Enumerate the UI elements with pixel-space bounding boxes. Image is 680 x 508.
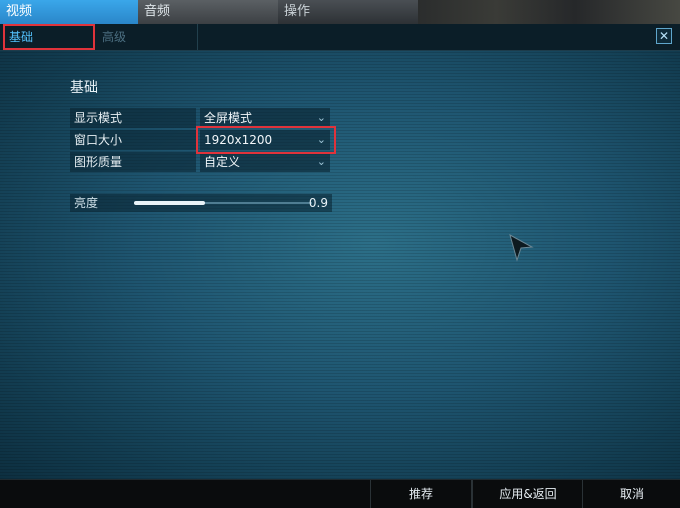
apply-return-button[interactable]: 应用&返回 <box>472 480 583 508</box>
close-button[interactable]: ✕ <box>656 28 672 44</box>
subtab-basic[interactable]: 基础 <box>3 24 95 50</box>
recommend-button[interactable]: 推荐 <box>370 480 472 508</box>
brightness-label: 亮度 <box>74 196 99 210</box>
bottom-bar: 推荐 应用&返回 取消 <box>0 479 680 508</box>
chevron-down-icon: ⌄ <box>316 111 326 124</box>
mouse-cursor-icon <box>509 233 534 262</box>
tab-video[interactable]: 视频 <box>0 0 138 24</box>
settings-panel: 基础 显示模式 全屏模式 ⌄ 窗口大小 1920x1200 ⌄ 图形质量 自定义… <box>0 51 680 479</box>
dropdown-value: 全屏模式 <box>204 111 253 125</box>
cancel-button[interactable]: 取消 <box>582 480 680 508</box>
option-label: 图形质量 <box>70 152 196 172</box>
section-title: 基础 <box>70 80 98 96</box>
background-art <box>418 0 680 24</box>
close-icon: ✕ <box>658 29 670 43</box>
subtab-advanced[interactable]: 高级 <box>100 24 198 50</box>
option-row-graphics-quality: 图形质量 自定义 ⌄ <box>70 152 330 172</box>
option-label: 显示模式 <box>70 108 196 128</box>
slider-fill <box>134 201 206 205</box>
option-row-display-mode: 显示模式 全屏模式 ⌄ <box>70 108 330 128</box>
display-mode-dropdown[interactable]: 全屏模式 ⌄ <box>200 108 330 128</box>
dropdown-value: 自定义 <box>204 155 241 169</box>
brightness-slider[interactable] <box>134 201 312 205</box>
graphics-quality-dropdown[interactable]: 自定义 ⌄ <box>200 152 330 172</box>
tab-audio[interactable]: 音频 <box>138 0 278 24</box>
subtab-bar: 基础 高级 ✕ <box>0 24 680 51</box>
option-label: 窗口大小 <box>70 130 196 150</box>
highlight-annotation <box>196 126 336 154</box>
brightness-value: 0.9 <box>308 196 328 210</box>
tab-control[interactable]: 操作 <box>278 0 418 24</box>
chevron-down-icon: ⌄ <box>316 155 326 168</box>
brightness-row: 亮度 0.9 <box>70 194 332 212</box>
top-tab-bar: 视频 音频 操作 <box>0 0 680 24</box>
